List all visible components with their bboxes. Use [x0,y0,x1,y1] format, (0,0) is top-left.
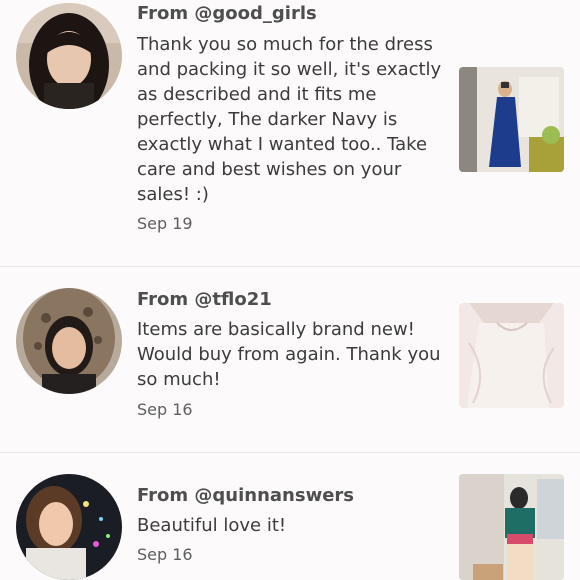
review-date: Sep 19 [137,214,193,233]
review-message: Items are basically brand new! Would buy… [137,319,441,390]
review-date: Sep 16 [137,545,193,564]
review-item: From @quinnanswers Beautiful love it! Se… [0,453,580,580]
review-author[interactable]: From @good_girls [137,3,317,24]
reviewer-avatar[interactable] [16,474,122,580]
review-photo[interactable] [459,67,564,172]
review-date: Sep 16 [137,400,193,419]
review-item: From @tflo21 Items are basically brand n… [0,267,580,452]
review-message: Thank you so much for the dress and pack… [137,34,442,205]
review-author[interactable]: From @tflo21 [137,289,272,310]
review-message: Beautiful love it! [137,515,287,536]
review-author[interactable]: From @quinnanswers [137,485,354,506]
review-photo[interactable] [459,474,564,580]
review-item: From @good_girls Thank you so much for t… [0,0,580,266]
reviewer-avatar[interactable] [16,288,122,394]
reviewer-avatar[interactable] [16,3,122,109]
review-photo[interactable] [459,303,564,408]
